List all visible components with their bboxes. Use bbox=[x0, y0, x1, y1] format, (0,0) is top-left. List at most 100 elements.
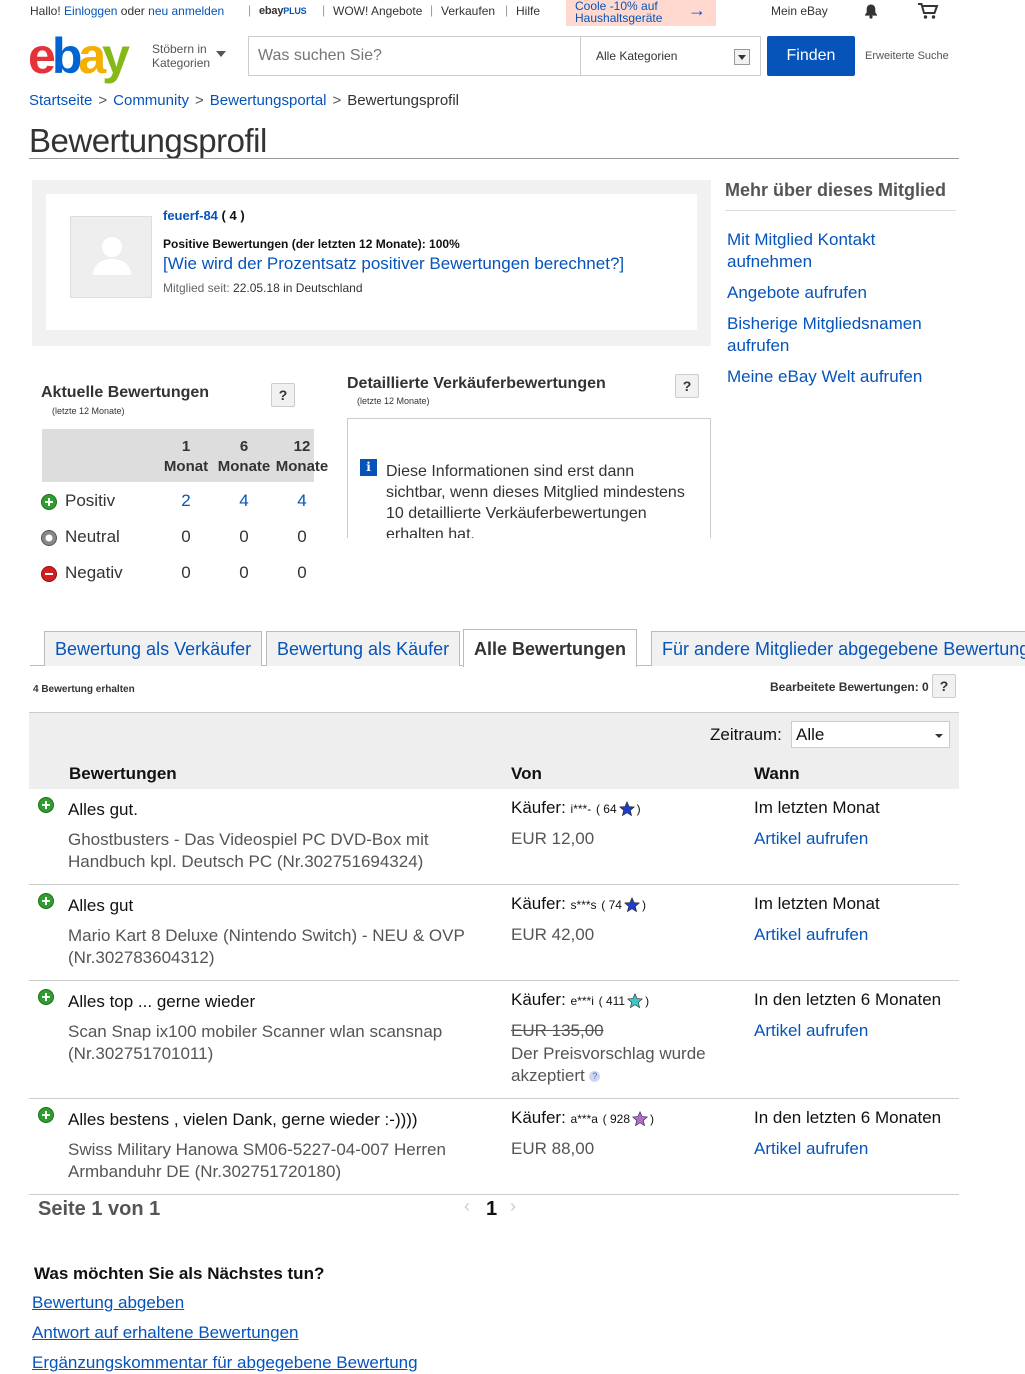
chevron-down-icon bbox=[216, 51, 226, 57]
star-shape bbox=[623, 896, 640, 912]
buyer-score: ( 74 bbox=[601, 898, 622, 912]
feedback-comment: Alles top ... gerne wieder bbox=[68, 992, 256, 1011]
view-listings-link[interactable]: Angebote aufrufen bbox=[727, 282, 957, 304]
column-unit: Monate bbox=[275, 458, 329, 475]
neutral-count-1-month: 0 bbox=[181, 527, 191, 546]
logo-letter-y: y bbox=[102, 28, 130, 84]
ebay-plus-badge: PLUS bbox=[283, 6, 307, 16]
view-item-link[interactable]: Artikel aufrufen bbox=[754, 1021, 868, 1041]
divider: | bbox=[430, 3, 434, 17]
bell-icon[interactable] bbox=[863, 3, 879, 19]
neutral-count-6-months: 0 bbox=[239, 527, 249, 546]
cart-icon[interactable] bbox=[917, 2, 939, 20]
rating-row-neutral: Neutral 0 0 0 bbox=[41, 525, 311, 551]
ebay-logo[interactable]: ebay bbox=[28, 28, 130, 84]
sell-link[interactable]: Verkaufen bbox=[441, 4, 495, 18]
star-shape bbox=[618, 800, 635, 816]
column-number: 6 bbox=[239, 438, 249, 455]
member-since-date: 22.05.18 bbox=[233, 281, 280, 295]
category-value: Alle Kategorien bbox=[596, 49, 678, 63]
feedback-count: 4 Bewertung erhalten bbox=[33, 684, 135, 695]
buyer-label: Käufer: bbox=[511, 1108, 566, 1127]
view-item-link[interactable]: Artikel aufrufen bbox=[754, 925, 868, 945]
ebay-plus-link[interactable]: ebayPLUS bbox=[259, 5, 307, 17]
view-item-link[interactable]: Artikel aufrufen bbox=[754, 1139, 868, 1159]
recent-ratings-title: Aktuelle Bewertungen bbox=[41, 384, 210, 401]
reply-feedback-link[interactable]: Antwort auf erhaltene Bewertungen bbox=[32, 1323, 299, 1343]
wow-deals-link[interactable]: WOW! Angebote bbox=[333, 4, 422, 18]
logo-letter-b: b bbox=[51, 28, 82, 84]
item-price: EUR 12,00 bbox=[511, 829, 595, 848]
header-feedback: Bewertungen bbox=[69, 764, 177, 783]
arrow-right-icon: → bbox=[688, 0, 706, 20]
page-number[interactable]: 1 bbox=[486, 1198, 497, 1221]
feedback-score: ( 4 ) bbox=[221, 208, 245, 223]
item-price: EUR 42,00 bbox=[511, 925, 595, 944]
buyer-score-close: ) bbox=[641, 898, 646, 912]
find-button[interactable]: Finden bbox=[767, 36, 855, 76]
negative-icon bbox=[41, 566, 57, 582]
help-icon[interactable]: ? bbox=[589, 1071, 601, 1083]
tab-seller-feedback[interactable]: Bewertung als Verkäufer bbox=[44, 631, 263, 666]
negative-count-6-months: 0 bbox=[239, 563, 249, 582]
chevron-right-icon[interactable]: › bbox=[510, 1196, 516, 1217]
promo-banner[interactable]: Coole -10% auf Haushaltsgeräte → bbox=[566, 0, 716, 26]
positive-icon bbox=[38, 1107, 54, 1123]
positive-count-12-months[interactable]: 4 bbox=[273, 491, 331, 511]
table-row: Alles bestens , vielen Dank, gerne wiede… bbox=[29, 1099, 959, 1195]
category-select[interactable]: Alle Kategorien bbox=[580, 37, 760, 75]
username-link[interactable]: feuerf-84 bbox=[163, 208, 218, 223]
breadcrumb-home[interactable]: Startseite bbox=[29, 92, 92, 109]
header-when: Wann bbox=[754, 764, 800, 783]
info-icon: i bbox=[360, 459, 377, 476]
star-icon bbox=[632, 1110, 648, 1126]
item-title: Scan Snap ix100 mobiler Scanner wlan sca… bbox=[68, 1022, 443, 1063]
dropdown-arrow-icon bbox=[734, 49, 750, 65]
user-silhouette-icon bbox=[93, 237, 131, 275]
positive-count-6-months[interactable]: 4 bbox=[215, 491, 273, 511]
neutral-icon bbox=[41, 530, 57, 546]
recent-ratings-subtitle: (letzte 12 Monate) bbox=[52, 406, 125, 416]
tab-feedback-left-for-others[interactable]: Für andere Mitglieder abgegebene Bewertu… bbox=[651, 631, 1025, 666]
seller-ratings-box: i Diese Informationen sind erst dann sic… bbox=[347, 418, 711, 538]
login-link[interactable]: Einloggen bbox=[64, 4, 117, 18]
browse-categories-button[interactable]: Stöbern in Kategorien bbox=[152, 42, 226, 70]
positive-count-1-month[interactable]: 2 bbox=[157, 491, 215, 511]
buyer-score: ( 64 bbox=[595, 802, 617, 816]
previous-usernames-link[interactable]: Bisherige Mitgliedsnamen aufrufen bbox=[727, 313, 957, 357]
period-select[interactable]: Alle bbox=[791, 721, 950, 748]
chevron-left-icon[interactable]: ‹ bbox=[464, 1196, 470, 1217]
rating-row-negative: Negativ 0 0 0 bbox=[41, 561, 311, 587]
contact-member-link[interactable]: Mit Mitglied Kontakt aufnehmen bbox=[727, 229, 957, 273]
seller-ratings-notice: Diese Informationen sind erst dann sicht… bbox=[386, 463, 685, 538]
profile-card-body: feuerf-84 ( 4 ) Positive Bewertungen (de… bbox=[46, 194, 697, 330]
positive-icon bbox=[38, 989, 54, 1005]
my-ebay-world-link[interactable]: Meine eBay Welt aufrufen bbox=[727, 366, 957, 388]
breadcrumb-feedback-portal[interactable]: Bewertungsportal bbox=[210, 92, 327, 109]
seller-ratings-title: Detaillierte Verkäuferbewertungen bbox=[347, 375, 606, 392]
leave-feedback-link[interactable]: Bewertung abgeben bbox=[32, 1293, 184, 1313]
edited-feedback-help-button[interactable]: ? bbox=[932, 674, 956, 698]
column-1-month: 1 Monat bbox=[157, 437, 215, 477]
browse-line-2: Kategorien bbox=[152, 56, 211, 70]
view-item-link[interactable]: Artikel aufrufen bbox=[754, 829, 868, 849]
greeting-text: Hallo! bbox=[30, 4, 61, 18]
help-link[interactable]: Hilfe bbox=[516, 4, 540, 18]
breadcrumb-community[interactable]: Community bbox=[113, 92, 189, 109]
follow-up-comment-link[interactable]: Ergänzungskommentar für abgegebene Bewer… bbox=[32, 1353, 418, 1373]
tab-all-feedback[interactable]: Alle Bewertungen bbox=[463, 629, 638, 667]
breadcrumb-current: Bewertungsprofil bbox=[347, 92, 459, 109]
search-input[interactable] bbox=[249, 37, 579, 75]
percentage-explanation-link[interactable]: [Wie wird der Prozentsatz positiver Bewe… bbox=[163, 254, 624, 274]
tab-buyer-feedback[interactable]: Bewertung als Käufer bbox=[266, 631, 461, 666]
recent-ratings-help-button[interactable]: ? bbox=[271, 383, 295, 407]
top-bar: Hallo! Einloggen oder neu anmelden | eba… bbox=[0, 0, 1025, 26]
seller-ratings-help-button[interactable]: ? bbox=[675, 374, 699, 398]
filter-bar: Zeitraum: Alle bbox=[29, 712, 959, 758]
my-ebay-link[interactable]: Mein eBay bbox=[771, 4, 828, 18]
advanced-search-link[interactable]: Erweiterte Suche bbox=[865, 50, 949, 62]
register-link[interactable]: neu anmelden bbox=[148, 4, 224, 18]
buyer-name: e***i bbox=[570, 994, 594, 1008]
star-icon bbox=[627, 992, 644, 1008]
buyer-score-close: ) bbox=[636, 802, 641, 816]
